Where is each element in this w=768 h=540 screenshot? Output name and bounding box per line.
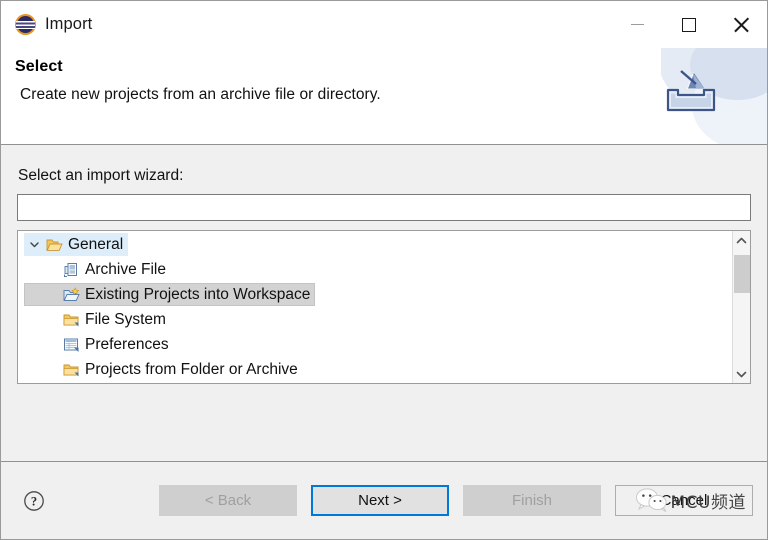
next-button-label: Next > bbox=[358, 492, 402, 509]
cancel-button-label: Cancel bbox=[660, 492, 708, 509]
tree-item-archive-file[interactable]: Archive File bbox=[18, 257, 732, 282]
dialog-footer: ? < Back Next > Finish Cancel MCU频道 bbox=[1, 461, 767, 539]
minimize-icon bbox=[630, 24, 644, 25]
tree-item-label: General bbox=[68, 235, 124, 253]
minimize-button[interactable] bbox=[611, 1, 663, 48]
maximize-button[interactable] bbox=[663, 1, 715, 48]
chevron-down-icon[interactable] bbox=[27, 238, 41, 252]
cancel-button[interactable]: Cancel MCU频道 bbox=[615, 485, 753, 516]
tree-item-existing-projects-into-workspace[interactable]: Existing Projects into Workspace bbox=[18, 282, 732, 307]
wizard-filter-label: Select an import wizard: bbox=[18, 167, 184, 184]
open-folder-icon bbox=[46, 239, 63, 251]
tree-item-label: Projects from Folder or Archive bbox=[85, 360, 298, 378]
tree-item-preferences[interactable]: Preferences bbox=[18, 332, 732, 357]
close-button[interactable] bbox=[715, 1, 767, 48]
folder-icon bbox=[63, 364, 79, 376]
tree-item-label: Existing Projects into Workspace bbox=[85, 285, 311, 303]
help-question-icon[interactable]: ? bbox=[23, 490, 45, 512]
eclipse-logo-icon bbox=[15, 14, 36, 35]
tree-item-projects-from-folder-or-archive[interactable]: Projects from Folder or Archive bbox=[18, 357, 732, 382]
tree-item-label: Archive File bbox=[85, 260, 166, 278]
back-button[interactable]: < Back bbox=[159, 485, 297, 516]
svg-text:?: ? bbox=[31, 494, 37, 508]
wizard-tree-panel: General Archive File Existing Projects i… bbox=[17, 230, 751, 384]
close-icon bbox=[733, 17, 749, 33]
title-bar: Import bbox=[1, 1, 767, 48]
window-controls bbox=[611, 1, 767, 48]
tree-item-file-system[interactable]: File System bbox=[18, 307, 732, 332]
folder-icon bbox=[63, 314, 79, 326]
maximize-icon bbox=[682, 17, 696, 32]
title-bar-left: Import bbox=[1, 14, 92, 35]
tree-scrollbar[interactable] bbox=[732, 231, 750, 383]
scroll-down-button[interactable] bbox=[733, 365, 751, 383]
import-inbox-arrow-icon bbox=[666, 70, 716, 112]
preferences-icon bbox=[64, 338, 79, 352]
finish-button-label: Finish bbox=[511, 492, 552, 509]
banner-artwork bbox=[637, 48, 767, 144]
scrollbar-track[interactable] bbox=[733, 249, 751, 365]
next-button[interactable]: Next > bbox=[311, 485, 449, 516]
scrollbar-thumb[interactable] bbox=[733, 255, 750, 293]
import-project-folder-icon bbox=[63, 286, 80, 301]
tree-item-label: Preferences bbox=[85, 335, 169, 353]
back-button-label: < Back bbox=[204, 492, 252, 509]
tree-item-label: File System bbox=[85, 310, 166, 328]
import-wizard-dialog: Import Select Create new projects from a… bbox=[0, 0, 768, 540]
finish-button[interactable]: Finish bbox=[463, 485, 601, 516]
wizard-button-row: < Back Next > Finish Cancel MCU频道 bbox=[159, 485, 753, 516]
wizard-tree[interactable]: General Archive File Existing Projects i… bbox=[18, 231, 732, 383]
banner-art-mask bbox=[637, 48, 661, 144]
wizard-filter-input[interactable] bbox=[17, 194, 751, 221]
tree-item-general[interactable]: General bbox=[18, 232, 732, 257]
scroll-up-button[interactable] bbox=[733, 231, 751, 249]
window-title: Import bbox=[45, 15, 93, 33]
dialog-body: Select an import wizard: General Archive… bbox=[1, 145, 767, 461]
wizard-banner: Select Create new projects from an archi… bbox=[1, 48, 767, 145]
archive-file-icon bbox=[64, 262, 77, 277]
